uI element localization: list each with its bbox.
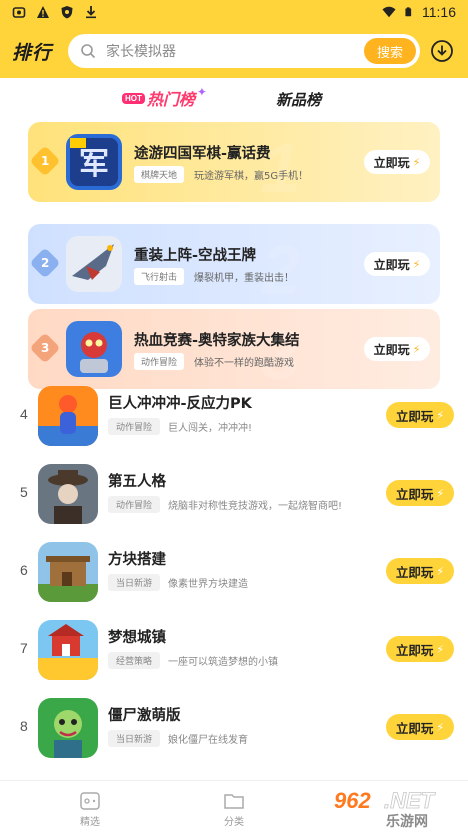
game-name: 第五人格	[108, 474, 166, 490]
game-tag: 棋牌天地	[134, 166, 185, 183]
page-title: 排行	[12, 41, 53, 64]
tab-hot-label: 热门榜	[146, 90, 195, 109]
game-desc: 体验不一样的跑酷游戏	[194, 358, 294, 369]
nav-category[interactable]: 分类	[204, 791, 264, 828]
search-input[interactable]: 家长模拟器	[106, 41, 364, 61]
battery-icon	[405, 7, 412, 17]
app-notification-icon	[12, 7, 26, 18]
site-watermark-logo: 962 .NET 乐游网	[334, 788, 436, 830]
download-manager-icon[interactable]	[430, 39, 454, 63]
svg-text:军: 军	[79, 147, 109, 182]
status-time: 11:16	[422, 4, 456, 20]
svg-text:.NET: .NET	[384, 788, 436, 813]
game-desc: 娘化僵尸在线发育	[168, 735, 248, 746]
game-icon	[38, 386, 98, 446]
search-bar[interactable]: 家长模拟器 搜索	[68, 34, 420, 68]
game-icon: 军	[66, 134, 122, 190]
game-desc: 巨人闯关，冲冲冲!	[168, 423, 253, 434]
game-tag: 动作冒险	[134, 353, 185, 370]
svg-text:962: 962	[334, 788, 371, 813]
game-desc: 烧脑非对称性竞技游戏，一起烧智商吧!	[168, 501, 343, 512]
game-name: 僵尸激萌版	[108, 708, 181, 724]
play-button[interactable]: 立即玩 ⚡	[364, 337, 430, 361]
game-name: 重装上阵-空战王牌	[134, 248, 257, 264]
game-icon	[38, 620, 98, 680]
bolt-icon: ⚡	[436, 486, 445, 500]
gamepad-icon	[80, 792, 100, 810]
game-name: 方块搭建	[108, 552, 166, 568]
tab-new[interactable]: 新品榜	[276, 89, 321, 110]
list-item[interactable]: 7 梦想城镇 经营策略 一座可以筑造梦想的小镇 立即玩 ⚡	[0, 612, 468, 690]
rank-badge: 2	[29, 247, 61, 279]
game-icon	[66, 236, 122, 292]
list-item[interactable]: 5 第五人格 动作冒险 烧脑非对称性竞技游戏，一起烧智商吧! 立即玩 ⚡	[0, 456, 468, 534]
game-tag: 动作冒险	[108, 418, 161, 435]
game-tag: 动作冒险	[108, 496, 161, 513]
rank-number: 7	[20, 640, 28, 656]
play-button[interactable]: 立即玩 ⚡	[386, 480, 454, 506]
bolt-icon: ⚡	[436, 408, 445, 422]
bolt-icon: ⚡	[436, 720, 445, 734]
play-button[interactable]: 立即玩 ⚡	[386, 636, 454, 662]
play-button[interactable]: 立即玩 ⚡	[364, 252, 430, 276]
bottom-nav: 精选 分类 962 .NET 乐游网	[0, 780, 468, 832]
game-icon	[38, 464, 98, 524]
game-icon	[38, 698, 98, 758]
game-tag: 经营策略	[108, 652, 161, 669]
bolt-icon: ⚡	[412, 155, 421, 169]
bolt-icon: ⚡	[412, 257, 421, 271]
game-name: 热血竞赛-奥特家族大集结	[134, 333, 300, 349]
rank-number: 5	[20, 484, 28, 500]
play-button[interactable]: 立即玩 ⚡	[386, 558, 454, 584]
warning-icon	[37, 6, 49, 18]
list-item[interactable]: 4 巨人冲冲冲-反应力PK 动作冒险 巨人闯关，冲冲冲! 立即玩 ⚡	[0, 378, 468, 456]
status-bar: 11:16	[0, 0, 468, 24]
list-item[interactable]: 8 僵尸激萌版 当日新游 娘化僵尸在线发育 立即玩 ⚡	[0, 690, 468, 768]
game-desc: 爆裂机甲，重装出击！	[194, 273, 294, 284]
game-tag: 飞行射击	[134, 268, 185, 285]
sparkle-icon: ✦	[196, 85, 207, 99]
game-desc: 一座可以筑造梦想的小镇	[168, 657, 278, 668]
svg-text:乐游网: 乐游网	[386, 813, 428, 830]
top-card-3[interactable]: 3 3 热血竞赛-奥特家族大集结 动作冒险 体验不一样的跑酷游戏 立即玩 ⚡	[28, 309, 440, 394]
rank-number: 4	[20, 406, 28, 422]
game-desc: 玩途游军棋，赢5G手机！	[194, 171, 309, 182]
shield-icon	[61, 6, 73, 19]
nav-featured[interactable]: 精选	[60, 791, 120, 828]
game-name: 梦想城镇	[108, 630, 166, 646]
game-desc: 像素世界方块建造	[168, 579, 248, 590]
top-card-1[interactable]: 1 1 军 途游四国军棋-赢话费 棋牌天地 玩途游军棋，赢5G手机！ 立即玩 ⚡	[28, 122, 440, 207]
game-name: 途游四国军棋-赢话费	[134, 146, 271, 162]
tab-hot[interactable]: HOT 热门榜 ✦	[122, 85, 207, 110]
hot-badge: HOT	[122, 92, 145, 104]
rank-badge: 3	[29, 332, 61, 364]
ranking-tabs: HOT 热门榜 ✦ 新品榜	[0, 82, 468, 116]
play-button[interactable]: 立即玩 ⚡	[364, 150, 430, 174]
folder-icon	[224, 794, 244, 809]
search-icon	[81, 44, 96, 59]
rank-number: 6	[20, 562, 28, 578]
download-status-icon	[86, 6, 96, 19]
top-card-2[interactable]: 2 2 重装上阵-空战王牌 飞行射击 爆裂机甲，重装出击！ 立即玩 ⚡	[28, 224, 440, 309]
rank-number: 8	[20, 718, 28, 734]
rank-badge: 1	[29, 145, 61, 177]
play-button[interactable]: 立即玩 ⚡	[386, 714, 454, 740]
top-header: 排行 家长模拟器 搜索	[0, 24, 468, 78]
play-button[interactable]: 立即玩 ⚡	[386, 402, 454, 428]
bolt-icon: ⚡	[436, 564, 445, 578]
bolt-icon: ⚡	[412, 342, 421, 356]
search-button[interactable]: 搜索	[364, 38, 416, 64]
game-icon	[38, 542, 98, 602]
wifi-icon	[382, 6, 396, 18]
game-tag: 当日新游	[108, 574, 161, 591]
game-icon	[66, 321, 122, 377]
game-name: 巨人冲冲冲-反应力PK	[108, 396, 252, 412]
game-tag: 当日新游	[108, 730, 161, 747]
bolt-icon: ⚡	[436, 642, 445, 656]
list-item[interactable]: 6 方块搭建 当日新游 像素世界方块建造 立即玩 ⚡	[0, 534, 468, 612]
